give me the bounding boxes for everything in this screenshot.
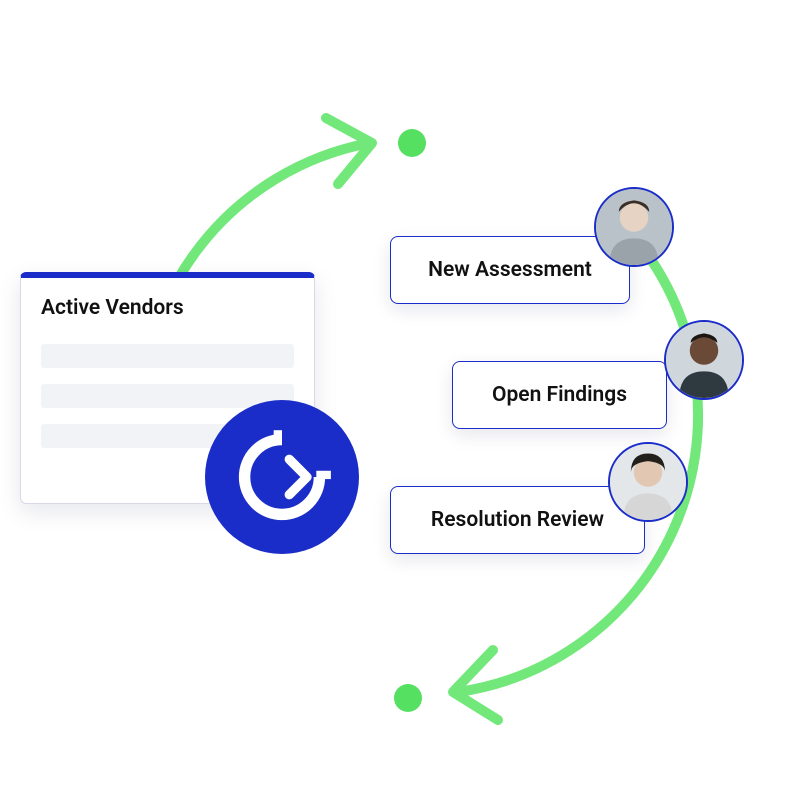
avatar-3 (608, 442, 688, 522)
avatar-1 (594, 187, 674, 267)
logo-badge (205, 400, 359, 554)
vendor-row (41, 344, 294, 368)
step-open-findings: Open Findings (452, 361, 667, 429)
step-label: New Assessment (428, 258, 592, 282)
step-label: Resolution Review (431, 508, 604, 532)
cycle-dot-top (398, 129, 426, 157)
circular-arrow-logo-icon (230, 425, 334, 529)
avatar-icon (666, 322, 742, 398)
avatar-2 (664, 320, 744, 400)
cycle-dot-bottom (394, 684, 422, 712)
avatar-icon (610, 444, 686, 520)
cycle-diagram: Active Vendors New Assessment Open Findi… (0, 0, 800, 800)
avatar-icon (596, 189, 672, 265)
step-label: Open Findings (492, 383, 627, 407)
step-resolution-review: Resolution Review (390, 486, 645, 554)
active-vendors-title: Active Vendors (41, 296, 294, 320)
step-new-assessment: New Assessment (390, 236, 630, 304)
